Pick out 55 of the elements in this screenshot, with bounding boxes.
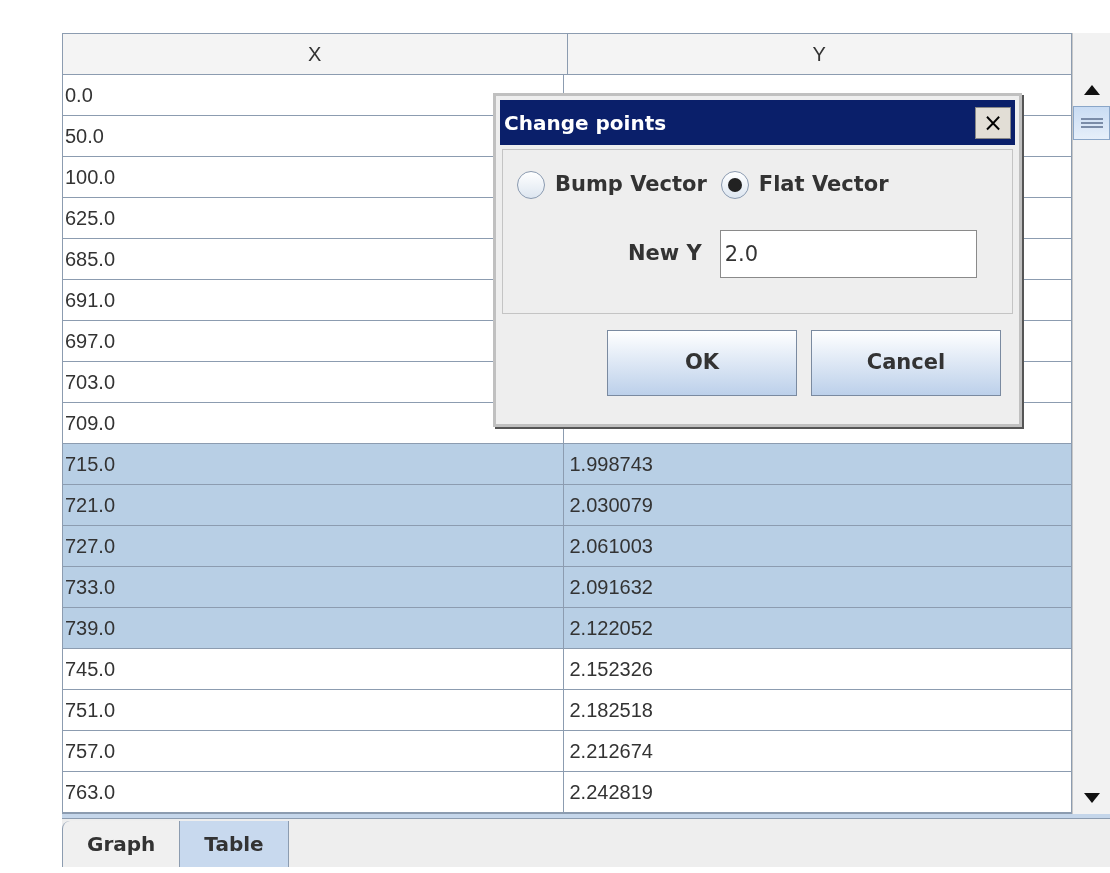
- table-cell-text: 2.030079: [569, 493, 653, 518]
- table-cell-text: 715.0: [65, 452, 116, 477]
- table-cell-text: 1.998743: [569, 452, 653, 477]
- scroll-thumb[interactable]: [1073, 106, 1110, 140]
- table-cell-text: 2.212674: [569, 739, 653, 764]
- table-row[interactable]: 721.0 2.030079: [63, 485, 1071, 526]
- column-header[interactable]: Y: [567, 34, 1071, 74]
- table-cell-text: 691.0: [65, 288, 116, 313]
- table-cell-text: 763.0: [65, 780, 116, 805]
- table-row[interactable]: 739.0 2.122052: [63, 608, 1071, 649]
- tab[interactable]: Graph: [62, 821, 181, 867]
- table-cell-text: 709.0: [65, 411, 116, 436]
- radio-button[interactable]: [517, 171, 545, 199]
- tab[interactable]: Table: [180, 821, 289, 867]
- table-row[interactable]: 715.0 1.998743: [63, 444, 1071, 485]
- table-cell-text: 50.0: [65, 124, 104, 149]
- table-cell-text: 100.0: [65, 165, 116, 190]
- table-cell-text: 745.0: [65, 657, 116, 682]
- table-cell-text: 2.122052: [569, 616, 653, 641]
- table-row[interactable]: 727.0 2.061003: [63, 526, 1071, 567]
- table-cell-text: 2.242819: [569, 780, 653, 805]
- table-cell-text: 625.0: [65, 206, 116, 231]
- scroll-up-icon[interactable]: [1083, 85, 1100, 95]
- table-row[interactable]: 751.0 2.182518: [63, 690, 1071, 731]
- grip-icon: [1080, 117, 1103, 129]
- table-cell-text: 739.0: [65, 616, 116, 641]
- dialog-button[interactable]: Cancel: [811, 330, 1001, 396]
- table-row[interactable]: 733.0 2.091632: [63, 567, 1071, 608]
- scrollbar[interactable]: [1072, 33, 1110, 814]
- field-label: New Y: [628, 240, 702, 268]
- radio-label: Bump Vector: [555, 171, 707, 199]
- table-cell-text: 0.0: [65, 83, 93, 108]
- table-cell-text: 703.0: [65, 370, 116, 395]
- table-cell-text: 721.0: [65, 493, 116, 518]
- table-cell-text: 2.061003: [569, 534, 653, 559]
- table-cell-text: 751.0: [65, 698, 116, 723]
- table-cell-text: 727.0: [65, 534, 116, 559]
- radio-label: Flat Vector: [758, 171, 889, 199]
- table-cell-text: 685.0: [65, 247, 116, 272]
- table-cell-text: 757.0: [65, 739, 116, 764]
- table-cell-text: 2.091632: [569, 575, 653, 600]
- dialog-title: Change points: [504, 109, 667, 137]
- table-cell-text: 697.0: [65, 329, 116, 354]
- table-row[interactable]: 745.0 2.152326: [63, 649, 1071, 690]
- table-row[interactable]: 757.0 2.212674: [63, 731, 1071, 772]
- column-header[interactable]: X: [63, 34, 568, 74]
- close-button[interactable]: ×: [975, 106, 1011, 139]
- table-cell-text: 733.0: [65, 575, 116, 600]
- radio-button[interactable]: [720, 171, 749, 199]
- input-field[interactable]: 2.0: [719, 230, 977, 278]
- table-row[interactable]: 763.0 2.242819: [63, 772, 1071, 813]
- scroll-down-icon[interactable]: [1083, 793, 1100, 803]
- table-cell-text: 2.152326: [569, 657, 653, 682]
- dialog-button[interactable]: OK: [607, 330, 797, 396]
- table-cell-text: 2.182518: [569, 698, 653, 723]
